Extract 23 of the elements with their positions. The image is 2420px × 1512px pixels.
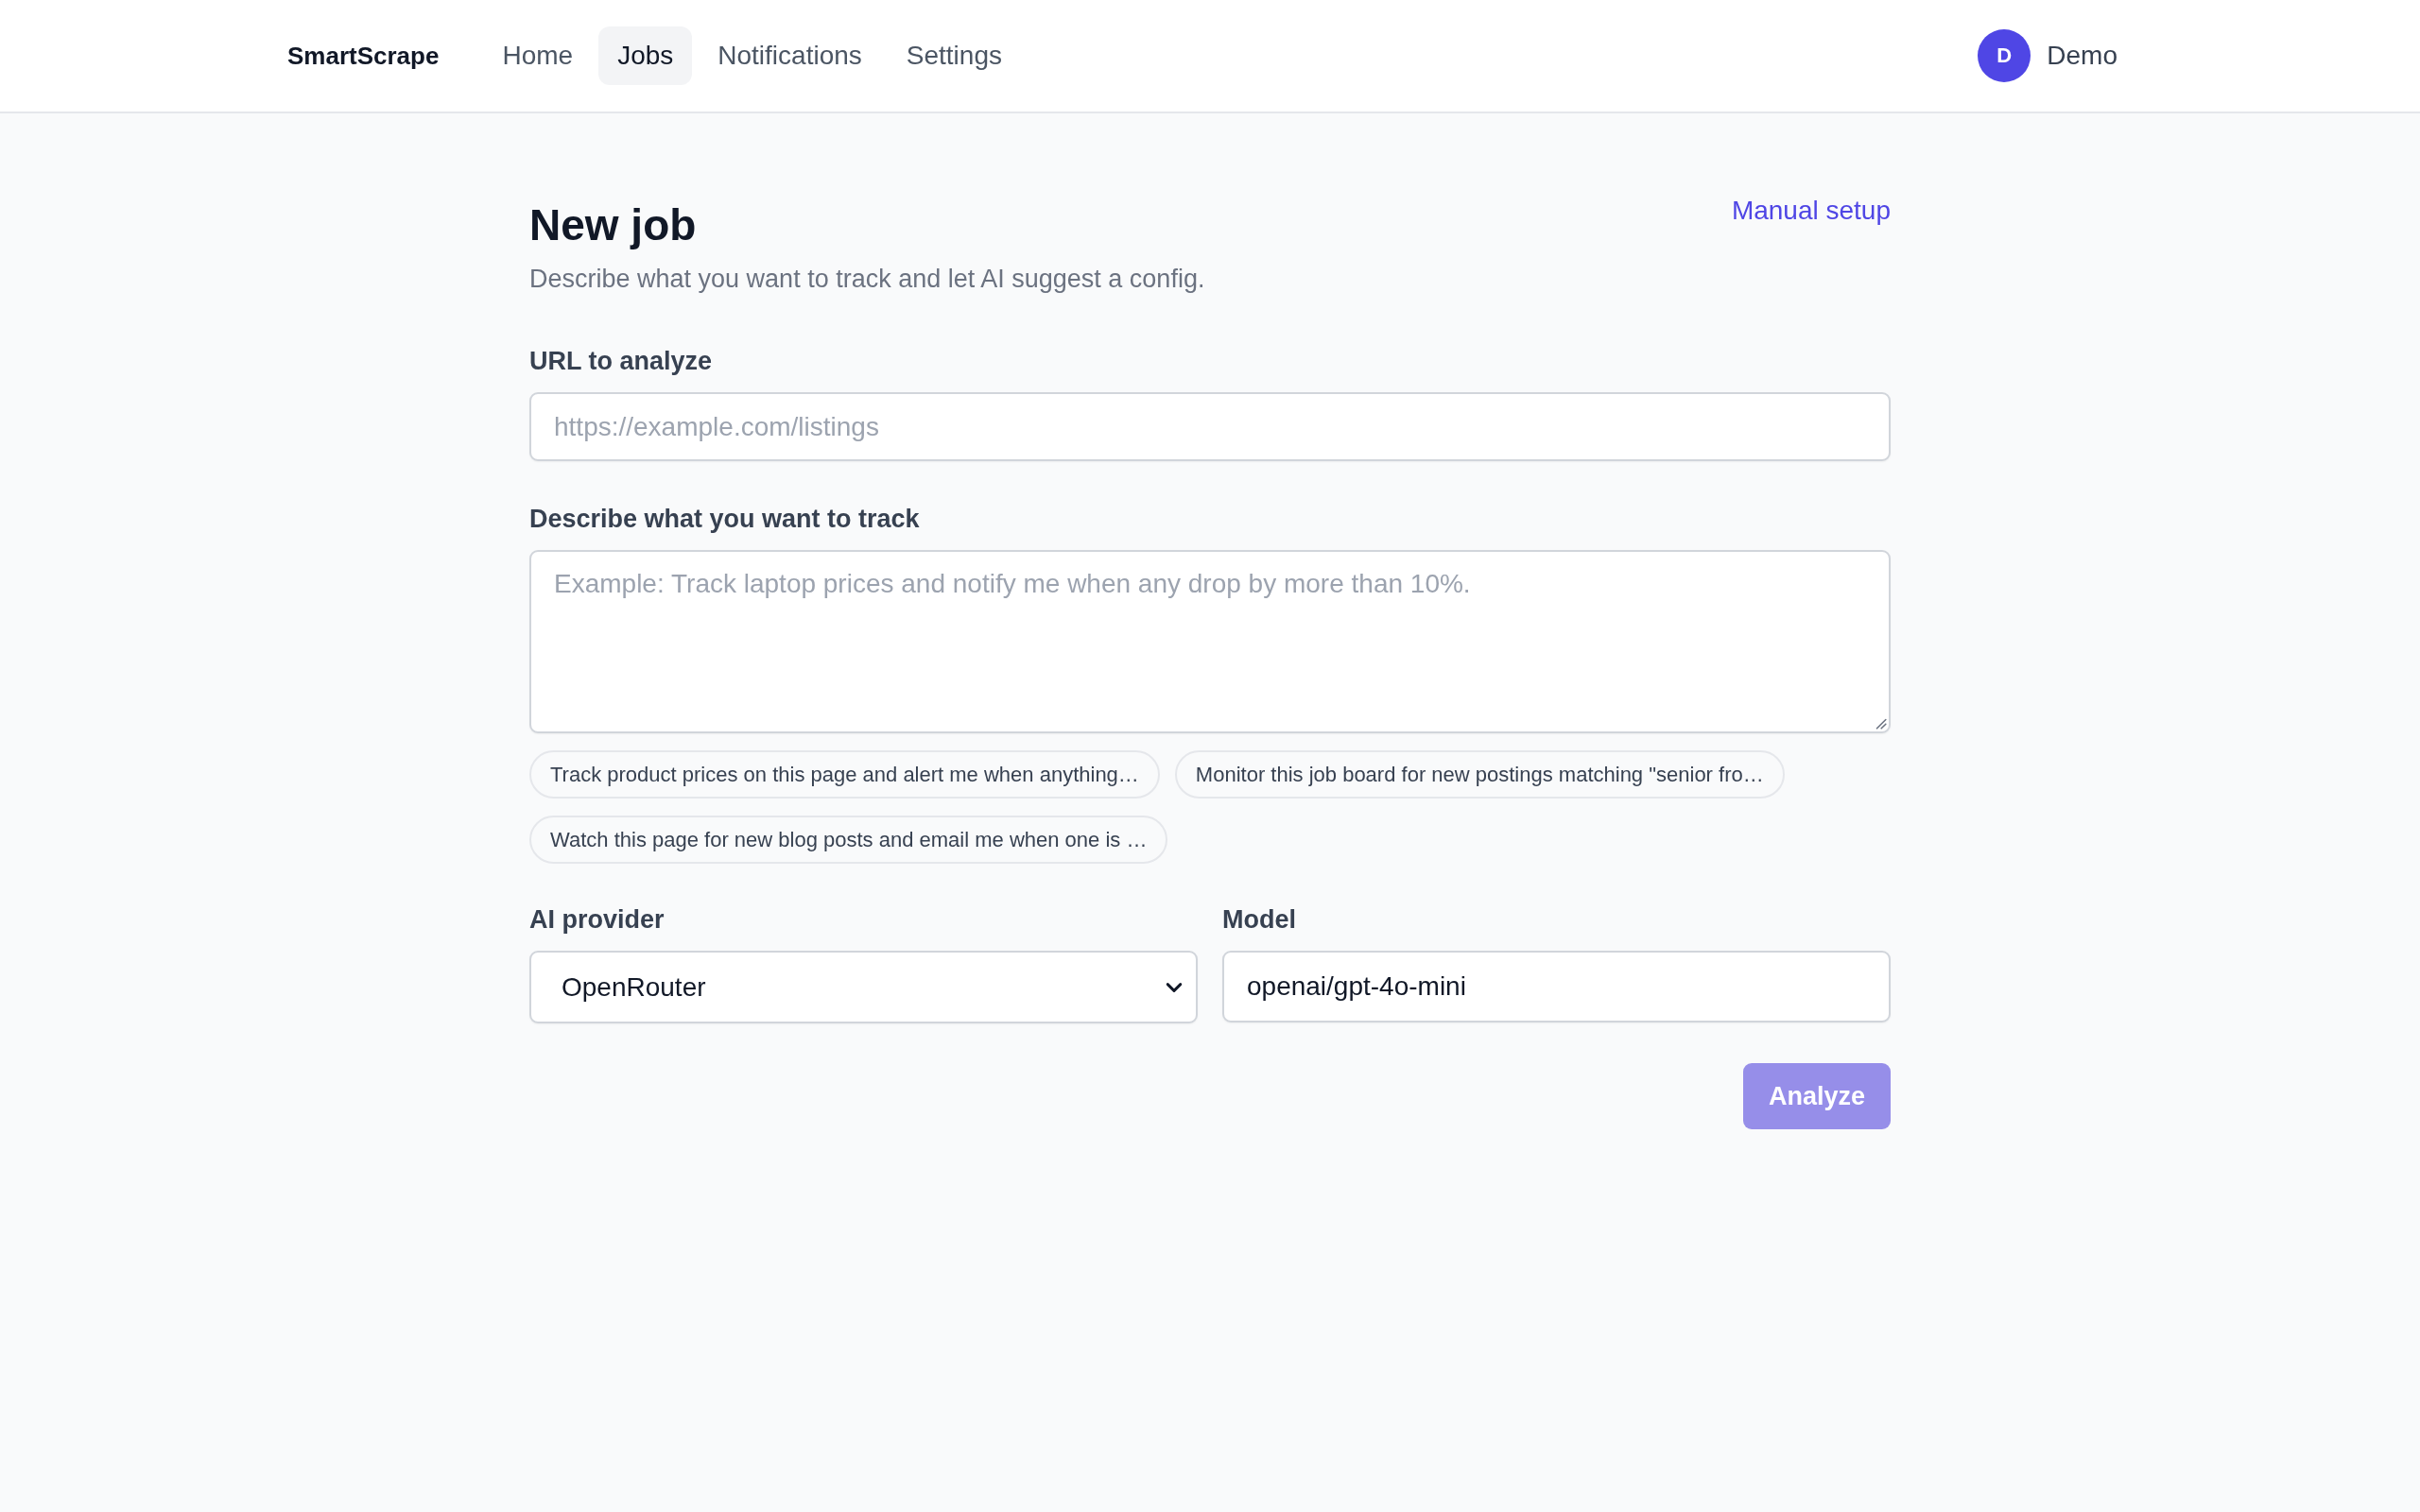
resize-grip-icon: [1874, 716, 1887, 730]
nav-link[interactable]: Jobs: [598, 26, 693, 85]
page-subtitle: Describe what you want to track and let AI suggest a config.: [529, 264, 1205, 295]
model-input[interactable]: openai/gpt-4o-mini: [1222, 951, 1891, 1022]
field-label: AI provider: [529, 904, 666, 936]
description-textarea[interactable]: Example: Track laptop prices and notify me when any drop by more than 10%.: [529, 550, 1891, 733]
field-label: Describe what you want to track: [529, 504, 921, 535]
field-label: URL to analyze: [529, 346, 714, 377]
user-avatar[interactable]: D: [1978, 29, 2031, 82]
suggestion-chip[interactable]: Watch this page for new blog posts and email me when one is …: [529, 816, 1168, 864]
nav-link[interactable]: Settings: [887, 26, 1021, 85]
nav-link[interactable]: Notifications: [699, 26, 881, 85]
chevron-down-icon: [1166, 981, 1183, 993]
nav-link[interactable]: Home: [483, 26, 593, 85]
user-name[interactable]: Demo: [2047, 41, 2118, 71]
provider-select[interactable]: OpenRouter: [529, 951, 1198, 1023]
brand-logo-link[interactable]: SmartScrape: [287, 41, 440, 71]
suggestion-chip[interactable]: Monitor this job board for new postings matching "senior fro…: [1174, 750, 1785, 799]
manual-setup-link[interactable]: Manual setup: [1731, 192, 1891, 229]
page-title: New job: [529, 199, 698, 251]
field-label: Model: [1222, 904, 1297, 936]
suggestion-chip[interactable]: Track product prices on this page and alert me when anything…: [529, 750, 1160, 799]
url-input[interactable]: https://example.com/listings: [529, 392, 1891, 461]
